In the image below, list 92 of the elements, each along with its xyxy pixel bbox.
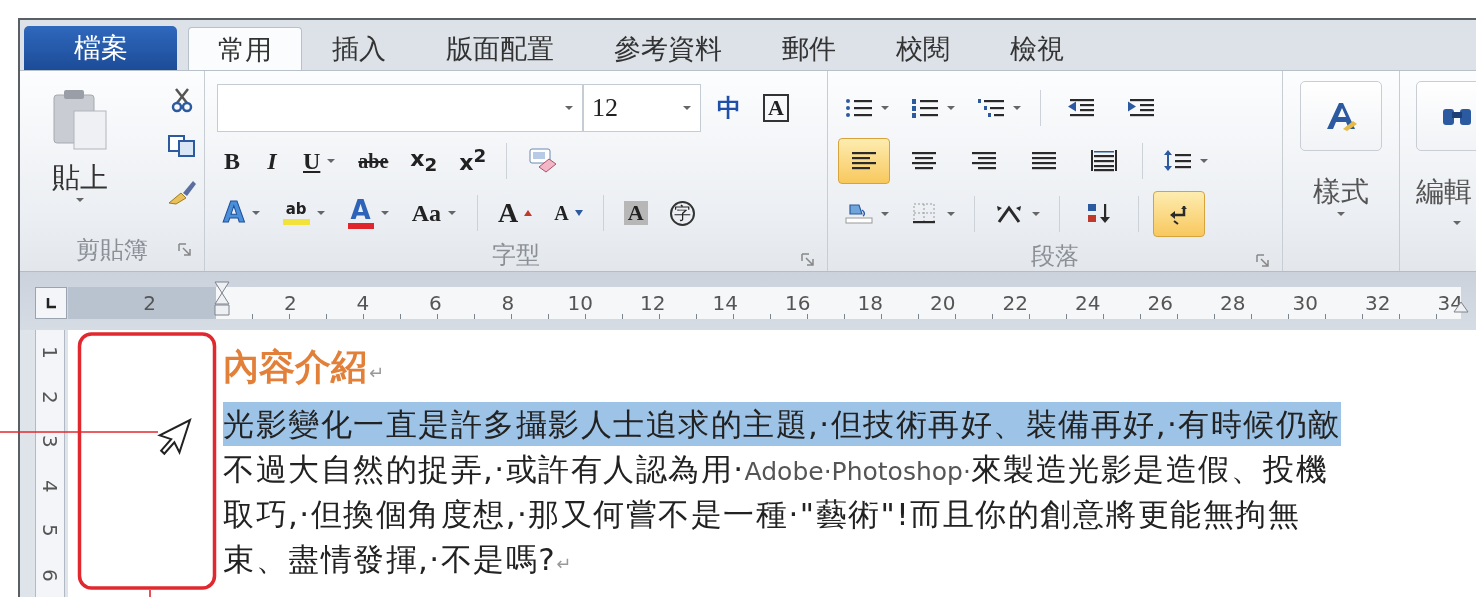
character-shading-button[interactable]: A xyxy=(617,191,654,235)
group-label: 剪貼簿 xyxy=(76,235,148,266)
tab-selector-button[interactable] xyxy=(35,287,67,319)
align-left-button[interactable] xyxy=(838,137,890,184)
clipboard-icon xyxy=(50,87,110,151)
group-label: 段落 xyxy=(1031,241,1079,272)
caret-icon xyxy=(564,105,574,111)
bullet-list-icon xyxy=(844,96,874,119)
ribbon-tab[interactable]: 版面配置 xyxy=(416,26,584,70)
font-name-field[interactable] xyxy=(217,84,583,132)
ruler-number: 10 xyxy=(566,291,594,315)
line-spacing-icon xyxy=(1163,149,1193,172)
paragraph-line: 束、盡情發揮,·不是嗎?↵ xyxy=(223,540,573,579)
strikethrough-button[interactable]: abe xyxy=(352,139,395,183)
ribbon-tab[interactable]: 參考資料 xyxy=(584,26,752,70)
ruler-number: 2 xyxy=(143,291,156,315)
paragraph-line: 取巧,·但換個角度想,·那又何嘗不是一種·"藝術"!而且你的創意將更能無拘無 xyxy=(223,495,1301,534)
align-right-icon xyxy=(969,149,999,172)
ribbon-tab[interactable]: 常用 xyxy=(188,27,302,71)
left-tab-icon xyxy=(45,297,57,309)
ruler-number: 26 xyxy=(1146,291,1174,315)
grow-font-button[interactable]: A xyxy=(492,191,539,235)
caret-icon xyxy=(1452,220,1462,226)
italic-button[interactable]: I xyxy=(257,139,287,183)
marks-button[interactable] xyxy=(1153,190,1205,237)
paintbrush-icon xyxy=(167,179,197,205)
group-label: 編輯 xyxy=(1416,174,1472,210)
ruler-number: 30 xyxy=(1291,291,1319,315)
numbered-list-icon xyxy=(910,96,940,119)
font-size-field[interactable]: 12 xyxy=(583,84,701,132)
editing-button[interactable] xyxy=(1416,81,1476,151)
file-tab[interactable]: 檔案 xyxy=(24,26,177,70)
document-heading: 內容介紹↵ xyxy=(223,345,386,389)
ruler-number: 2 xyxy=(282,291,298,315)
change-case-button[interactable]: Aa xyxy=(405,191,463,235)
ruler-number: 22 xyxy=(1001,291,1029,315)
font-color-button[interactable]: A xyxy=(341,191,396,235)
ribbon-tab[interactable]: 插入 xyxy=(302,26,416,70)
phonetic-guide-button[interactable]: 中 xyxy=(711,86,747,130)
ribbon-tab[interactable]: 檢視 xyxy=(980,26,1094,70)
ribbon-tab[interactable]: 郵件 xyxy=(752,26,866,70)
ruler-number: 2 xyxy=(37,389,63,406)
justify-icon xyxy=(1029,149,1059,172)
dialog-launcher-icon[interactable] xyxy=(178,243,192,257)
up-triangle-icon xyxy=(524,210,533,216)
align-center-icon xyxy=(909,149,939,172)
script-button[interactable]: x$_{2}$ xyxy=(404,139,444,183)
increase-indent-icon xyxy=(1126,96,1156,119)
enclose-character-button[interactable]: 字 xyxy=(663,191,701,235)
group-label: 字型 xyxy=(492,240,540,271)
group-label: 樣式 xyxy=(1313,174,1369,210)
ruler-number: 18 xyxy=(856,291,884,315)
dialog-launcher-icon[interactable] xyxy=(1256,254,1270,268)
paint-bucket-icon xyxy=(844,202,874,225)
ruler-number: 3 xyxy=(37,433,63,450)
down-triangle-icon xyxy=(574,210,583,216)
cursor-icon xyxy=(157,418,192,456)
ruler-number: 20 xyxy=(929,291,957,315)
scissors-icon xyxy=(171,87,193,113)
caret-icon xyxy=(75,197,85,203)
ruler-number: 12 xyxy=(639,291,667,315)
ruler-number: 24 xyxy=(1074,291,1102,315)
highlight-button[interactable]: ab xyxy=(276,191,332,235)
leader-line xyxy=(149,589,151,597)
script-button[interactable]: x$^{2}$ xyxy=(453,139,493,183)
paragraph-line: 不過大自然的捉弄,·或許有人認為用·Adobe·Photoshop·來製造光影是造假、投機 xyxy=(223,450,1329,489)
caret-icon xyxy=(1336,211,1346,217)
ribbon-tab[interactable]: 校閱 xyxy=(866,26,980,70)
character-border-button[interactable]: A xyxy=(757,86,795,130)
bold-button[interactable]: B xyxy=(217,139,247,183)
ruler-number: 1 xyxy=(37,344,63,361)
ruler-number: 5 xyxy=(37,522,63,539)
copy-icon xyxy=(168,135,196,157)
ruler-number: 8 xyxy=(500,291,516,315)
ruler-number: 16 xyxy=(784,291,812,315)
shrink-font-button[interactable]: A xyxy=(548,191,589,235)
ruler-number: 32 xyxy=(1364,291,1392,315)
decrease-indent-icon xyxy=(1066,96,1096,119)
styles-button[interactable] xyxy=(1300,81,1382,151)
ruler-number: 28 xyxy=(1219,291,1247,315)
align-left-icon xyxy=(849,149,879,172)
ruler-number: 6 xyxy=(37,567,63,584)
dialog-launcher-icon[interactable] xyxy=(801,253,815,267)
ruler-number: 14 xyxy=(711,291,739,315)
ruler-number: 4 xyxy=(355,291,371,315)
ruler-number: 4 xyxy=(37,478,63,495)
underline-button[interactable]: U xyxy=(297,139,343,183)
multilevel-list-icon xyxy=(976,96,1006,119)
ruler-number: 6 xyxy=(427,291,443,315)
paste-button[interactable]: 貼上 xyxy=(30,77,130,217)
caret-icon xyxy=(682,105,692,111)
distribute-icon xyxy=(1089,149,1119,172)
